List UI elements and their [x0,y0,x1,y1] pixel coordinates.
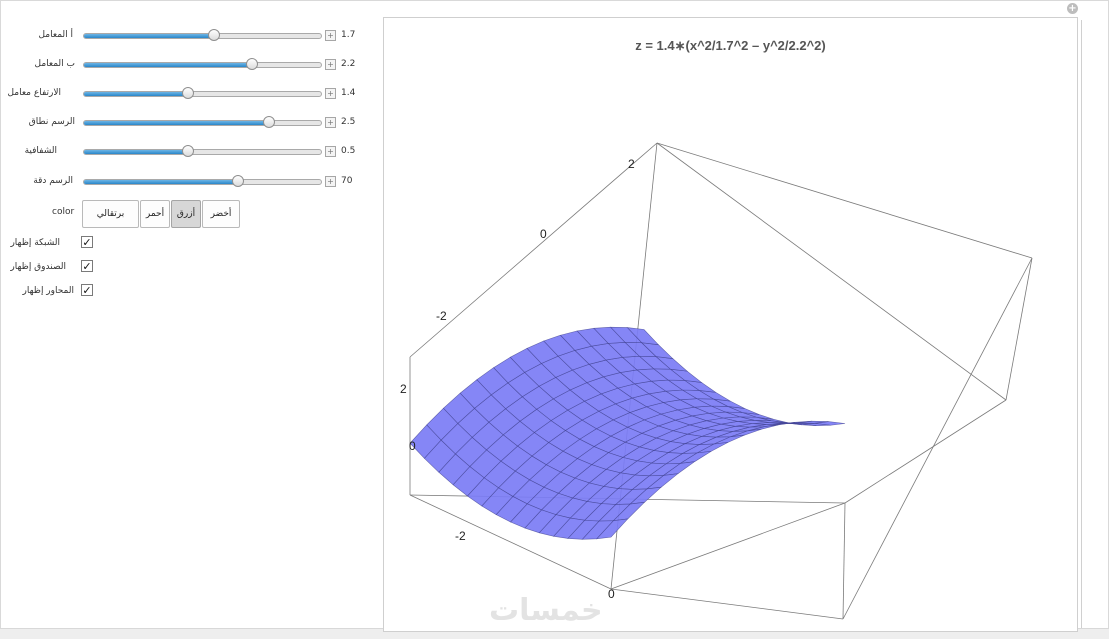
param-b-value: 2.2 [341,59,356,69]
show-mesh-label: الشبكة إظهار [10,238,60,248]
color-label: color [52,207,75,217]
plot-range-slider-thumb[interactable] [262,116,275,128]
z-tick-label: 0 [409,439,416,453]
box-edge [842,257,1033,620]
param-a-label: أ المعامل [38,30,73,40]
param-a-slider[interactable] [83,29,322,41]
box-edge [844,399,1007,504]
opacity-label: الشفافية [24,146,57,156]
box-edge [842,502,846,620]
plot-resolution-slider-fill [84,180,239,184]
plot-range-slider[interactable] [83,116,322,128]
param-a-value: 1.7 [341,30,356,40]
height-factor-slider-fill [84,92,189,96]
watermark: خمسات [489,593,603,628]
box-edge [409,142,658,358]
plot-resolution-label: الرسم دقة [33,176,73,186]
param-a-expand-icon[interactable]: + [325,30,336,41]
x-tick-label: 0 [608,587,615,601]
z-tick-label: 2 [400,382,407,396]
box-edge [656,142,1007,401]
plot-resolution-slider-thumb[interactable] [232,175,245,187]
color-option-green[interactable]: أخضر [202,200,240,228]
box-edge [656,142,1033,259]
param-b-expand-icon[interactable]: + [325,59,336,70]
show-axes-label: المحاور إظهار [22,286,74,296]
show-mesh-checkbox[interactable]: ✓ [81,236,93,248]
height-factor-slider[interactable] [83,87,322,99]
plot-resolution-value: 70 [341,176,353,186]
surface-plot[interactable]: -2 0 -2 0 2 0 2 [384,18,1077,631]
param-b-slider[interactable] [83,58,322,70]
show-axes-checkbox[interactable]: ✓ [81,284,93,296]
plot-resolution-slider[interactable] [83,175,322,187]
y-tick-label: 2 [628,157,635,171]
height-factor-label: الارتفاع معامل [7,88,61,98]
show-box-checkbox[interactable]: ✓ [81,260,93,272]
color-option-blue[interactable]: أزرق [171,200,201,228]
box-edge [610,588,844,620]
plot-range-value: 2.5 [341,117,356,127]
opacity-slider-fill [84,150,189,154]
param-b-slider-fill [84,63,253,67]
color-option-red[interactable]: أحمر [140,200,170,228]
opacity-expand-icon[interactable]: + [325,146,336,157]
x-tick-label: -2 [455,529,466,543]
box-edge [610,502,846,590]
y-tick-label: -2 [436,309,447,323]
add-icon[interactable]: + [1067,3,1078,14]
opacity-value: 0.5 [341,146,356,156]
opacity-slider[interactable] [83,145,322,157]
param-b-label: ب المعامل [34,59,76,69]
color-option-orange[interactable]: برتقالي [82,200,139,228]
side-scroll-area [1081,20,1108,630]
plot-panel[interactable]: z = 1.4∗(x^2/1.7^2 – y^2/2.2^2) -2 0 -2 0 2 0… [383,17,1078,632]
param-a-slider-fill [84,34,215,38]
box-edge [1005,257,1033,401]
plot-range-label: الرسم نطاق [28,117,75,127]
plot-range-expand-icon[interactable]: + [325,117,336,128]
height-factor-value: 1.4 [341,88,356,98]
y-tick-label: 0 [540,227,547,241]
plot-range-slider-fill [84,121,269,125]
plot-resolution-expand-icon[interactable]: + [325,176,336,187]
show-box-label: الصندوق إظهار [10,262,66,272]
height-factor-expand-icon[interactable]: + [325,88,336,99]
